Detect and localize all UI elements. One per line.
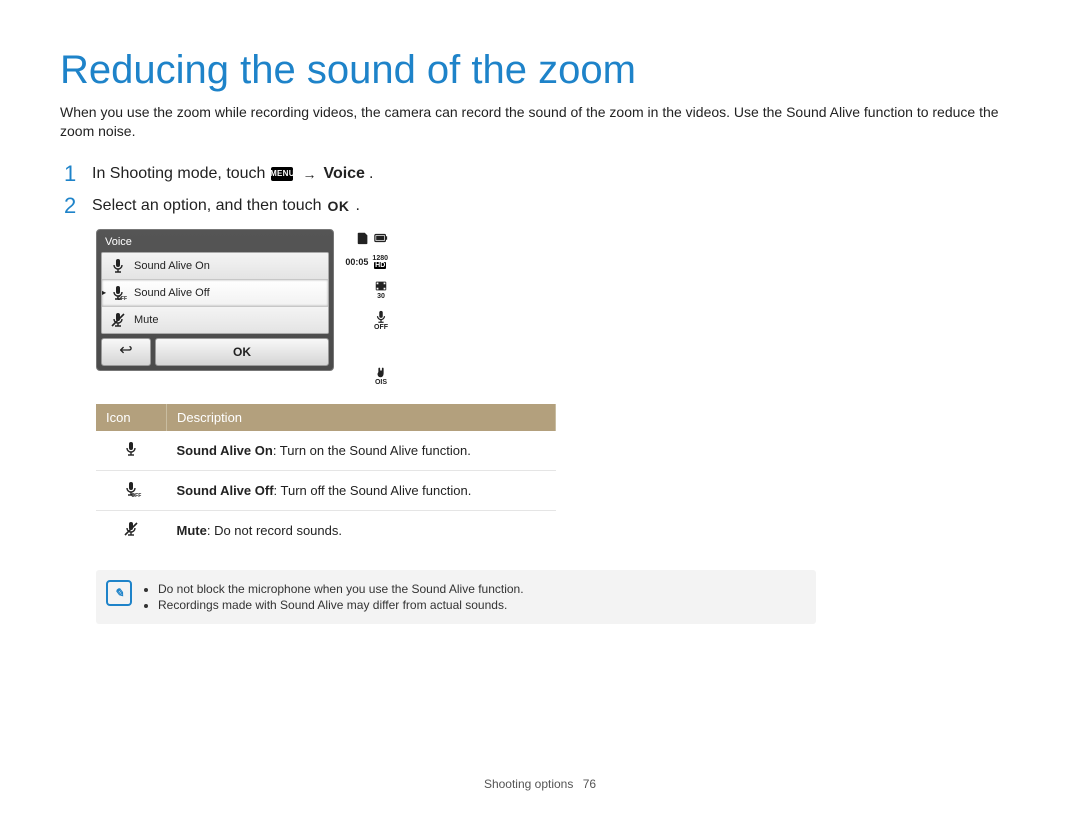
note-icon: ✎ — [106, 580, 132, 606]
mic-status-icon — [374, 310, 388, 324]
row-label: Sound Alive On — [177, 443, 273, 458]
step-1-text-a: In Shooting mode, touch — [92, 165, 265, 183]
ok-icon: OK — [328, 198, 350, 214]
res-top: 1280 — [372, 255, 388, 262]
table-row: Sound Alive On: Turn on the Sound Alive … — [96, 431, 556, 471]
camera-screenshot: Voice Sound Alive On OFF Sound Alive Off… — [96, 229, 1020, 386]
ok-button[interactable]: OK — [155, 338, 329, 366]
step-2-text-a: Select an option, and then touch — [92, 197, 322, 215]
card-icon — [356, 231, 370, 245]
note-bullet: Do not block the microphone when you use… — [158, 582, 802, 596]
option-label: Mute — [134, 314, 158, 326]
mic-mute-icon — [123, 521, 139, 537]
fps-label: 30 — [377, 293, 385, 300]
mic-mute-icon — [110, 312, 126, 328]
page-footer: Shooting options 76 — [0, 777, 1080, 791]
mic-on-icon — [123, 441, 139, 457]
intro-paragraph: When you use the zoom while recording vi… — [60, 103, 1020, 141]
footer-page-number: 76 — [583, 777, 596, 791]
screen-title: Voice — [101, 234, 329, 252]
icon-description-table: Icon Description Sound Alive On: Turn on… — [96, 404, 556, 550]
step-number: 1 — [64, 163, 86, 185]
back-button[interactable]: ↩ — [101, 338, 151, 366]
option-label: Sound Alive Off — [134, 287, 210, 299]
row-label: Mute — [177, 523, 207, 538]
step-2: 2 Select an option, and then touch OK. — [64, 195, 1020, 217]
off-sub: OFF — [131, 493, 141, 499]
table-row: Mute: Do not record sounds. — [96, 510, 556, 550]
battery-icon — [374, 231, 388, 245]
table-row: OFF Sound Alive Off: Turn off the Sound … — [96, 470, 556, 510]
camera-screen: Voice Sound Alive On OFF Sound Alive Off… — [96, 229, 334, 371]
col-desc-header: Description — [167, 404, 556, 431]
note-box: ✎ Do not block the microphone when you u… — [96, 570, 816, 624]
step-2-period: . — [356, 197, 360, 215]
option-sound-alive-off[interactable]: OFF Sound Alive Off — [102, 280, 328, 307]
row-desc: : Do not record sounds. — [207, 523, 342, 538]
option-mute[interactable]: Mute — [102, 307, 328, 333]
note-bullet: Recordings made with Sound Alive may dif… — [158, 598, 802, 612]
ois-icon — [374, 365, 388, 379]
option-label: Sound Alive On — [134, 260, 210, 272]
step-1: 1 In Shooting mode, touch MENU → Voice. — [64, 163, 1020, 185]
step-1-bold: Voice — [323, 165, 365, 183]
menu-icon: MENU — [271, 167, 293, 181]
res-bottom: HD — [374, 262, 386, 269]
status-icon-column: 00:05 1280 HD 30 OFF — [342, 229, 388, 386]
step-1-period: . — [369, 165, 373, 183]
option-sound-alive-on[interactable]: Sound Alive On — [102, 253, 328, 280]
footer-section: Shooting options — [484, 777, 573, 791]
col-icon-header: Icon — [96, 404, 167, 431]
voice-option-list: Sound Alive On OFF Sound Alive Off Mute — [101, 252, 329, 334]
row-label: Sound Alive Off — [177, 483, 274, 498]
mic-on-icon — [110, 258, 126, 274]
rec-time: 00:05 — [345, 257, 368, 267]
arrow-icon: → — [302, 166, 316, 182]
off-sub: OFF — [117, 296, 127, 302]
row-desc: : Turn on the Sound Alive function. — [273, 443, 471, 458]
page-title: Reducing the sound of the zoom — [60, 48, 1020, 93]
film-icon — [374, 279, 388, 293]
ois-label: OIS — [375, 379, 387, 386]
row-desc: : Turn off the Sound Alive function. — [274, 483, 472, 498]
mic-status-off: OFF — [374, 324, 388, 331]
step-number: 2 — [64, 195, 86, 217]
